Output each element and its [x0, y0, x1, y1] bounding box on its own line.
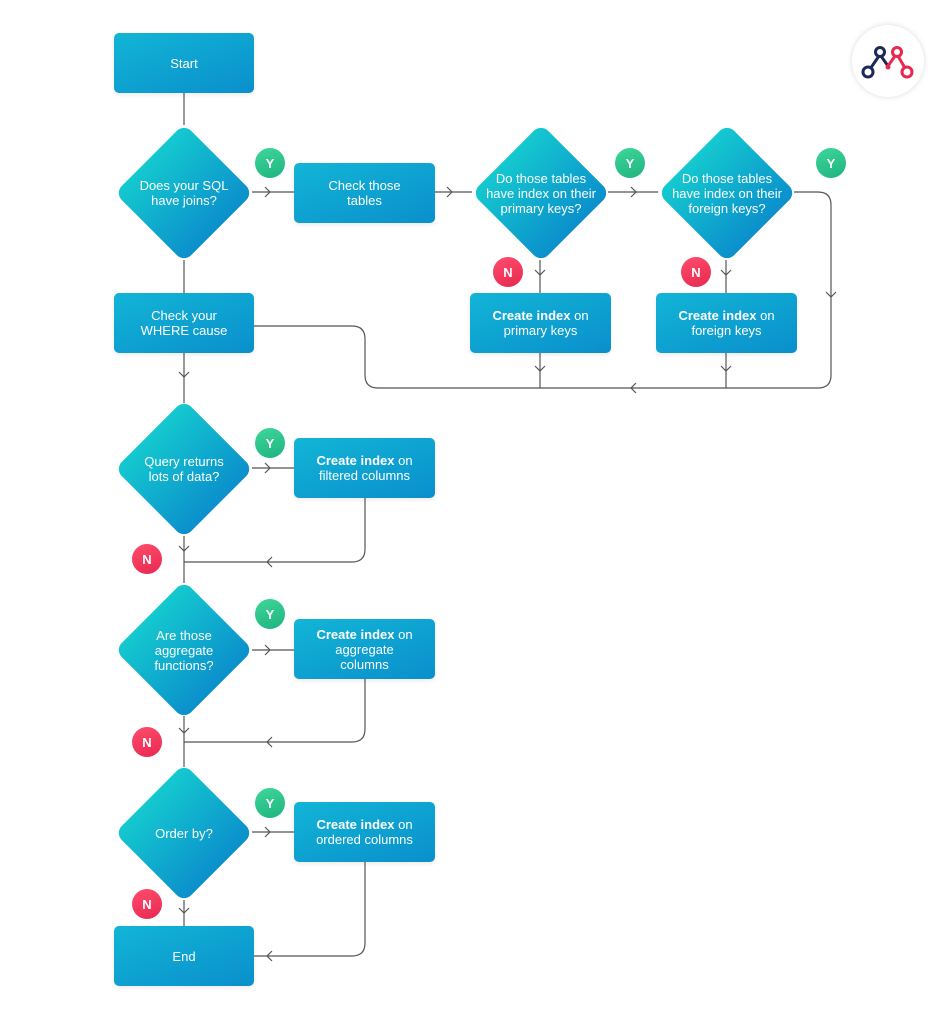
create-index-filtered-label: Create index on filtered columns: [302, 453, 427, 483]
flowchart-canvas: Start Does your SQL have joins? Check th…: [0, 0, 945, 1024]
decision-order-by-label: Order by?: [155, 825, 213, 841]
decision-lots-of-data: Query returns lots of data?: [114, 399, 254, 539]
create-index-aggregate-label: Create index on aggregate columns: [312, 627, 417, 672]
check-where-node: Check your WHERE cause: [114, 293, 254, 353]
create-index-ordered-label: Create index on ordered columns: [307, 817, 422, 847]
create-index-primary-node: Create index on primary keys: [470, 293, 611, 353]
no-badge-order-by: N: [132, 889, 162, 919]
start-node: Start: [114, 33, 254, 93]
decision-primary-keys-label: Do those tables have index on their prim…: [486, 170, 596, 216]
brand-logo: [852, 25, 924, 97]
no-badge-primary-keys: N: [493, 257, 523, 287]
yes-badge-order-by: Y: [255, 788, 285, 818]
decision-joins-label: Does your SQL have joins?: [139, 178, 229, 208]
create-index-ordered-node: Create index on ordered columns: [294, 802, 435, 862]
yes-badge-aggregate: Y: [255, 599, 285, 629]
start-label: Start: [170, 55, 198, 71]
decision-primary-keys: Do those tables have index on their prim…: [471, 123, 611, 263]
decision-foreign-keys-label: Do those tables have index on their fore…: [672, 170, 782, 216]
create-index-ordered-bold: Create index: [316, 817, 395, 832]
yes-badge-lots-of-data: Y: [255, 428, 285, 458]
decision-lots-of-data-label: Query returns lots of data?: [144, 454, 224, 484]
create-index-primary-label: Create index on primary keys: [478, 308, 603, 338]
yes-badge-primary-keys: Y: [615, 148, 645, 178]
create-index-foreign-node: Create index on foreign keys: [656, 293, 797, 353]
end-node: End: [114, 926, 254, 986]
decision-order-by: Order by?: [114, 763, 254, 903]
create-index-foreign-label: Create index on foreign keys: [664, 308, 789, 338]
check-tables-label: Check those tables: [328, 178, 401, 208]
no-badge-aggregate: N: [132, 727, 162, 757]
no-badge-foreign-keys: N: [681, 257, 711, 287]
check-tables-node: Check those tables: [294, 163, 435, 223]
no-badge-lots-of-data: N: [132, 544, 162, 574]
decision-aggregate-label: Are those aggregate functions?: [154, 627, 214, 673]
graph-nodes-logo-icon: [861, 46, 914, 79]
create-index-primary-bold: Create index: [492, 308, 571, 323]
yes-badge-foreign-keys: Y: [816, 148, 846, 178]
edge-ordered-return: [254, 861, 366, 957]
create-index-aggregate-node: Create index on aggregate columns: [294, 619, 435, 679]
create-index-foreign-bold: Create index: [678, 308, 757, 323]
end-label: End: [172, 948, 196, 964]
check-where-label: Check your WHERE cause: [140, 308, 228, 338]
decision-foreign-keys: Do those tables have index on their fore…: [657, 123, 797, 263]
create-index-filtered-node: Create index on filtered columns: [294, 438, 435, 498]
yes-badge-joins: Y: [255, 148, 285, 178]
decision-joins: Does your SQL have joins?: [114, 123, 254, 263]
create-index-aggregate-bold: Create index: [316, 626, 395, 642]
create-index-filtered-bold: Create index: [316, 453, 395, 468]
decision-aggregate: Are those aggregate functions?: [114, 580, 254, 720]
